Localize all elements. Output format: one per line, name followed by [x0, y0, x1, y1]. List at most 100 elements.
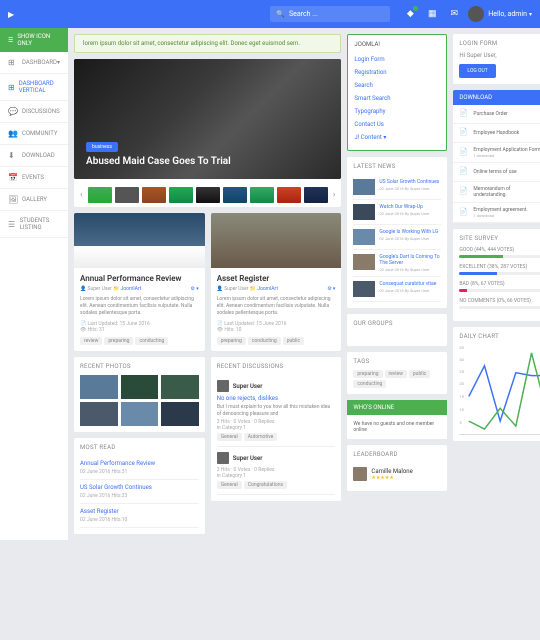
show-icon-toggle[interactable]: SHOW ICON ONLY: [0, 28, 68, 52]
daily-chart: DAILY CHART 3530252015105: [453, 327, 540, 441]
tag[interactable]: public: [409, 370, 430, 378]
alert-banner: lorem ipsum dolor sit amet, consectetur …: [74, 34, 341, 53]
sidebar-item-discussions[interactable]: 💬DISCUSSIONS: [0, 101, 68, 123]
news-link[interactable]: US Solar Growth Continues: [379, 179, 441, 185]
news-link[interactable]: Google Is Working With LG: [379, 229, 441, 235]
prev-arrow[interactable]: ‹: [78, 190, 85, 200]
sidebar-item-gallery[interactable]: 🖼GALLERY: [0, 189, 68, 211]
logout-button[interactable]: LOG OUT: [459, 64, 495, 78]
tag[interactable]: preparing: [104, 337, 133, 345]
sidebar-item-dashboard-vertical[interactable]: ⊞DASHBOARD VERTICAL: [0, 74, 68, 101]
hero-card: business Abused Maid Case Goes To Trial …: [74, 59, 341, 207]
thumb[interactable]: [250, 187, 274, 203]
avatar[interactable]: [353, 467, 367, 481]
list-icon: ☰: [8, 220, 16, 229]
hero-slide[interactable]: business Abused Maid Case Goes To Trial: [74, 59, 341, 179]
pdf-icon: 📄: [459, 109, 469, 119]
tag[interactable]: conducting: [135, 337, 168, 345]
sidebar-item-dashboard[interactable]: ⊞DASHBOARD▾: [0, 52, 68, 74]
gear-icon[interactable]: ⚙ ▾: [327, 286, 335, 292]
mail-icon[interactable]: ✉: [444, 4, 464, 24]
download-link[interactable]: Online terms of use: [473, 169, 540, 175]
thumb[interactable]: [169, 187, 193, 203]
download-link[interactable]: Employee Handbook: [473, 130, 540, 136]
thumb[interactable]: [142, 187, 166, 203]
most-read-link[interactable]: Annual Performance Review: [80, 460, 199, 467]
download-icon: ⬇: [8, 151, 18, 160]
gear-icon[interactable]: ⚙ ▾: [190, 286, 198, 292]
download-link[interactable]: Memorandum of understanding.: [473, 186, 540, 198]
photo[interactable]: [161, 375, 199, 399]
sidebar-item-students[interactable]: ☰STUDENTS LISTING: [0, 211, 68, 238]
avatar[interactable]: [217, 452, 229, 464]
avatar[interactable]: [468, 6, 484, 22]
article-image[interactable]: [211, 213, 342, 268]
whos-online: WHO'S ONLINE We have no guests and one m…: [347, 400, 447, 439]
thumb[interactable]: [196, 187, 220, 203]
joomla-link[interactable]: Search: [354, 79, 440, 92]
photo[interactable]: [121, 375, 159, 399]
most-read-link[interactable]: US Solar Growth Continues: [80, 484, 199, 491]
news-link[interactable]: Watch Our Wrap-Up: [379, 204, 441, 210]
sidebar-item-download[interactable]: ⬇DOWNLOAD: [0, 145, 68, 167]
joomla-link[interactable]: Typography: [354, 105, 440, 118]
news-thumb[interactable]: [353, 179, 375, 195]
joomla-link[interactable]: Contact Us: [354, 118, 440, 131]
discussion-link[interactable]: No one rejects, dislikes: [217, 395, 336, 402]
tag[interactable]: conducting: [353, 380, 386, 388]
joomla-link[interactable]: Registration: [354, 66, 440, 79]
tag[interactable]: preparing: [217, 337, 246, 345]
photo[interactable]: [80, 375, 118, 399]
most-read-link[interactable]: Asset Register: [80, 508, 199, 515]
photo[interactable]: [161, 402, 199, 426]
sidebar-item-community[interactable]: 👥COMMUNITY: [0, 123, 68, 145]
article-title[interactable]: Annual Performance Review: [80, 274, 199, 283]
joomla-link[interactable]: Login Form: [354, 53, 440, 66]
leaderboard: LEADERBOARD Camille Malone★★★★★: [347, 445, 447, 491]
image-icon: 🖼: [8, 195, 18, 204]
login-form: LOGIN FORM Hi Super User, LOG OUT: [453, 34, 540, 84]
sidebar: SHOW ICON ONLY ⊞DASHBOARD▾ ⊞DASHBOARD VE…: [0, 28, 68, 540]
avatar[interactable]: [217, 380, 229, 392]
article-title[interactable]: Asset Register: [217, 274, 336, 283]
article-card: Annual Performance Review 👤 Super User 📁…: [74, 213, 205, 351]
tag[interactable]: public: [283, 337, 304, 345]
thumb[interactable]: [88, 187, 112, 203]
tag[interactable]: review: [80, 337, 102, 345]
grid-icon[interactable]: ▦: [422, 4, 442, 24]
news-link[interactable]: Google's Dart Is Coming To The Server: [379, 254, 441, 266]
thumb[interactable]: [304, 187, 328, 203]
article-card: Asset Register 👤 Super User 📁 JoomlArt⚙ …: [211, 213, 342, 351]
notification-icon[interactable]: ◆: [400, 4, 420, 24]
joomla-link[interactable]: J! Content ▾: [354, 131, 440, 144]
search-input[interactable]: Search ...: [270, 6, 390, 22]
news-link[interactable]: Consequat curabitur vitae: [379, 281, 441, 287]
news-thumb[interactable]: [353, 281, 375, 297]
hero-badge: business: [86, 142, 118, 152]
thumb[interactable]: [277, 187, 301, 203]
pdf-icon: 📄: [459, 208, 469, 218]
news-thumb[interactable]: [353, 229, 375, 245]
news-thumb[interactable]: [353, 254, 375, 270]
our-groups: OUR GROUPS: [347, 314, 447, 346]
tag[interactable]: conducting: [248, 337, 281, 345]
tags-section: TAGS preparingreviewpublicconducting: [347, 352, 447, 394]
thumb[interactable]: [223, 187, 247, 203]
tag[interactable]: review: [385, 370, 407, 378]
hello-user[interactable]: Hello, admin: [488, 10, 527, 18]
joomla-menu: JOOMLA! Login Form Registration Search S…: [347, 34, 447, 151]
tag[interactable]: preparing: [353, 370, 382, 378]
users-icon: 👥: [8, 129, 18, 138]
logo-icon[interactable]: ▶: [8, 10, 14, 19]
photo[interactable]: [121, 402, 159, 426]
txt-icon: 📄: [459, 167, 469, 177]
most-read: MOST READ Annual Performance Review02 Ju…: [74, 438, 205, 534]
sidebar-item-events[interactable]: 📅EVENTS: [0, 167, 68, 189]
joomla-link[interactable]: Smart Search: [354, 92, 440, 105]
download-link[interactable]: Purchase Order: [473, 111, 540, 117]
article-image[interactable]: [74, 213, 205, 268]
thumb[interactable]: [115, 187, 139, 203]
next-arrow[interactable]: ›: [331, 190, 338, 200]
news-thumb[interactable]: [353, 204, 375, 220]
photo[interactable]: [80, 402, 118, 426]
